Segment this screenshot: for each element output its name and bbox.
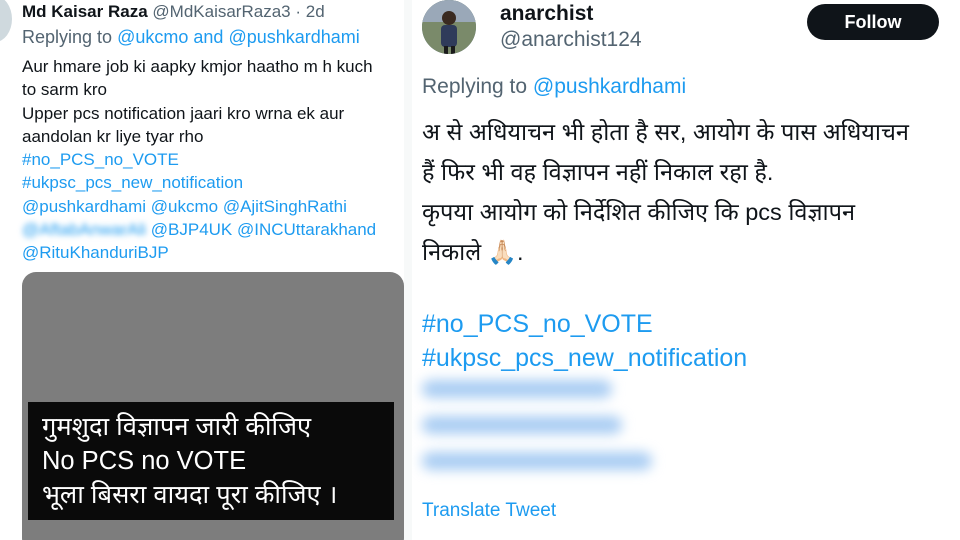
replying-prefix: Replying to: [22, 27, 113, 47]
replying-to: Replying to @pushkardhami: [422, 75, 686, 99]
tweet-line: हैं फिर भी वह विज्ञापन नहीं निकाल रहा है…: [422, 159, 774, 185]
mention-ritukhanduribjp[interactable]: @RituKhanduriBJP: [22, 241, 402, 264]
replying-prefix: Replying to: [422, 75, 528, 98]
divider: [404, 0, 412, 540]
blurred-mention: @AftabAnwarAli: [22, 220, 147, 240]
author-name[interactable]: anarchist: [500, 2, 593, 26]
tweet-line: aandolan kr liye tyar rho: [22, 126, 204, 146]
tweet-line: निकाले 🙏🏻.: [422, 239, 524, 265]
media-text-line: भूला बिसरा वायदा पूरा कीजिए ।: [42, 481, 338, 509]
mentions-line[interactable]: @pushkardhami @ukcmo @AjitSinghRathi: [22, 195, 402, 218]
avatar[interactable]: [422, 0, 476, 54]
replying-to: Replying to @ukcmo and @pushkardhami: [22, 27, 360, 48]
media-text-line: No PCS no VOTE: [42, 447, 247, 475]
author-handle[interactable]: @anarchist124: [500, 28, 642, 52]
reply-mention-pushkardhami[interactable]: @pushkardhami: [228, 27, 359, 47]
avatar[interactable]: [0, 0, 12, 42]
tweet-line: Aur hmare job ki aapky kmjor haatho m h …: [22, 57, 373, 76]
right-tweet: anarchist @anarchist124 Follow Replying …: [412, 0, 960, 540]
left-tweet: Md Kaisar Raza @MdKaisarRaza3 · 2d Reply…: [0, 0, 404, 540]
blurred-line: [422, 380, 612, 398]
hashtag-ukpsc-pcs-new-notification[interactable]: #ukpsc_pcs_new_notification: [22, 171, 402, 194]
mentions-line: @AftabAnwarAli @BJP4UK @INCUttarakhand: [22, 218, 402, 241]
tweet-media-image[interactable]: गुमशुदा विज्ञापन जारी कीजिए No PCS no VO…: [22, 272, 404, 540]
tweet-line: to sarm kro: [22, 80, 108, 100]
hashtag-no-pcs-no-vote[interactable]: #no_PCS_no_VOTE: [422, 307, 747, 341]
tweet-time[interactable]: 2d: [306, 2, 325, 21]
blurred-line: [422, 416, 622, 434]
tweet-text: Aur hmare job ki aapky kmjor haatho m h …: [22, 55, 402, 265]
follow-button[interactable]: Follow: [807, 4, 939, 40]
hashtags: #no_PCS_no_VOTE #ukpsc_pcs_new_notificat…: [422, 307, 747, 375]
tweet-header: Md Kaisar Raza @MdKaisarRaza3 · 2d: [22, 2, 325, 22]
translate-tweet-link[interactable]: Translate Tweet: [422, 500, 556, 522]
media-text-line: गुमशुदा विज्ञापन जारी कीजिए: [42, 413, 312, 441]
hashtag-no-pcs-no-vote[interactable]: #no_PCS_no_VOTE: [22, 148, 402, 171]
mentions-rest[interactable]: @BJP4UK @INCUttarakhand: [151, 220, 376, 239]
media-caption-box: गुमशुदा विज्ञापन जारी कीजिए No PCS no VO…: [28, 402, 394, 520]
reply-mention-ukcmo[interactable]: @ukcmo: [117, 27, 188, 47]
hashtag-ukpsc-pcs-new-notification[interactable]: #ukpsc_pcs_new_notification: [422, 341, 747, 375]
blurred-mentions: [422, 380, 652, 488]
tweet-line: कृपया आयोग को निर्देशित कीजिए कि pcs विज…: [422, 199, 856, 225]
reply-and: and: [193, 27, 224, 47]
author-name[interactable]: Md Kaisar Raza: [22, 2, 148, 21]
separator: ·: [295, 2, 302, 21]
tweet-line: अ से अधियाचन भी होता है सर, आयोग के पास …: [422, 119, 909, 145]
author-handle[interactable]: @MdKaisarRaza3: [152, 2, 290, 21]
avatar-photo: [422, 0, 476, 54]
reply-mention-pushkardhami[interactable]: @pushkardhami: [533, 75, 686, 98]
tweet-line: Upper pcs notification jaari kro wrna ek…: [22, 103, 345, 123]
tweet-text: अ से अधियाचन भी होता है सर, आयोग के पास …: [422, 112, 960, 272]
blurred-line: [422, 452, 652, 470]
